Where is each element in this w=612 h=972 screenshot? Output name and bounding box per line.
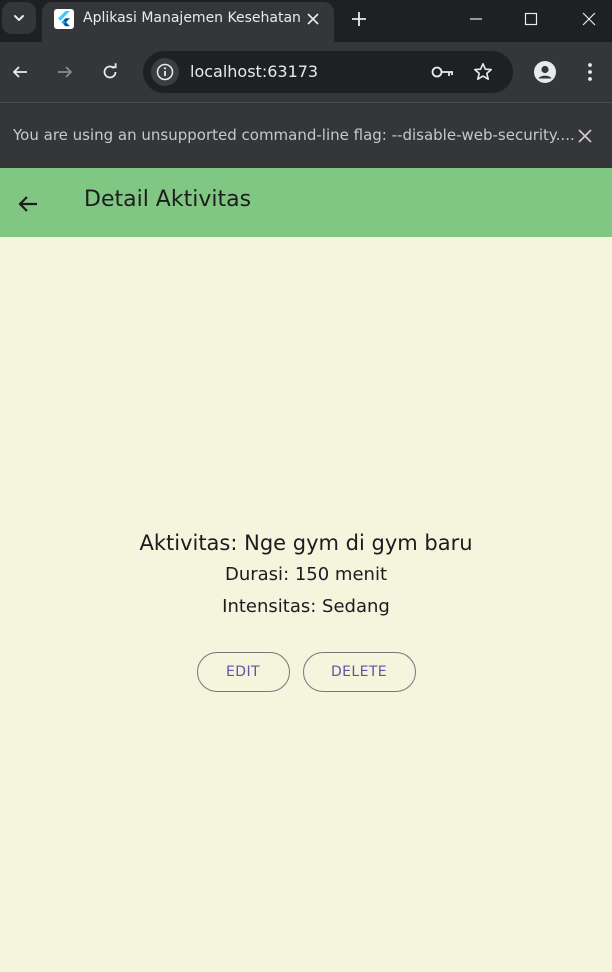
- activity-detail-body: Aktivitas: Nge gym di gym baru Durasi: 1…: [0, 237, 612, 972]
- new-tab-button[interactable]: [346, 6, 372, 32]
- app-bar: Detail Aktivitas: [0, 168, 612, 237]
- browser-menu-button[interactable]: [574, 56, 606, 88]
- minimize-icon: [470, 18, 482, 20]
- bookmark-button[interactable]: [471, 60, 495, 84]
- info-icon: [156, 63, 174, 81]
- close-icon: [578, 129, 592, 143]
- maximize-icon: [524, 12, 538, 26]
- close-window-button[interactable]: [561, 0, 612, 38]
- back-button[interactable]: [12, 188, 44, 220]
- browser-tab-strip: Aplikasi Manajemen Kesehatan: [0, 0, 612, 42]
- arrow-right-icon: [58, 66, 73, 78]
- chevron-down-icon: [14, 15, 24, 21]
- star-icon: [474, 63, 492, 80]
- reload-button[interactable]: [94, 56, 126, 88]
- close-icon: [582, 12, 596, 26]
- activity-info: Aktivitas: Nge gym di gym baru Durasi: 1…: [0, 527, 612, 623]
- reload-icon: [103, 63, 117, 79]
- edit-button[interactable]: EDIT: [196, 652, 290, 692]
- activity-duration: Durasi: 150 menit: [224, 564, 388, 585]
- tab-search-button[interactable]: [2, 2, 36, 34]
- browser-toolbar: localhost:63173: [0, 42, 612, 102]
- url-text: localhost:63173: [190, 62, 319, 81]
- browser-tab-active[interactable]: Aplikasi Manajemen Kesehatan: [42, 2, 334, 42]
- profile-icon: [534, 61, 556, 83]
- tab-title: Aplikasi Manajemen Kesehatan: [83, 10, 301, 26]
- password-key-button[interactable]: [431, 60, 455, 84]
- infobar-close-button[interactable]: [574, 125, 596, 147]
- delete-button[interactable]: DELETE: [302, 652, 416, 692]
- action-buttons: EDIT DELETE: [0, 652, 612, 692]
- page-title: Detail Aktivitas: [84, 187, 252, 212]
- site-info-button[interactable]: [151, 58, 179, 86]
- infobar-message: You are using an unsupported command-lin…: [13, 126, 575, 144]
- flutter-icon: [54, 9, 74, 29]
- close-icon: [307, 13, 319, 25]
- address-bar[interactable]: localhost:63173: [143, 51, 513, 93]
- maximize-button[interactable]: [503, 0, 559, 38]
- plus-icon: [352, 12, 366, 26]
- profile-button[interactable]: [529, 56, 561, 88]
- activity-name: Aktivitas: Nge gym di gym baru: [139, 531, 473, 555]
- tab-close-button[interactable]: [302, 8, 324, 30]
- arrow-left-icon: [18, 196, 37, 212]
- warning-infobar: You are using an unsupported command-lin…: [0, 102, 612, 168]
- key-icon: [431, 66, 453, 78]
- forward-navigation-button[interactable]: [49, 56, 81, 88]
- kebab-menu-icon: [588, 63, 592, 81]
- back-navigation-button[interactable]: [4, 56, 36, 88]
- activity-intensity: Intensitas: Sedang: [222, 596, 390, 617]
- minimize-button[interactable]: [448, 0, 504, 38]
- arrow-left-icon: [12, 66, 27, 78]
